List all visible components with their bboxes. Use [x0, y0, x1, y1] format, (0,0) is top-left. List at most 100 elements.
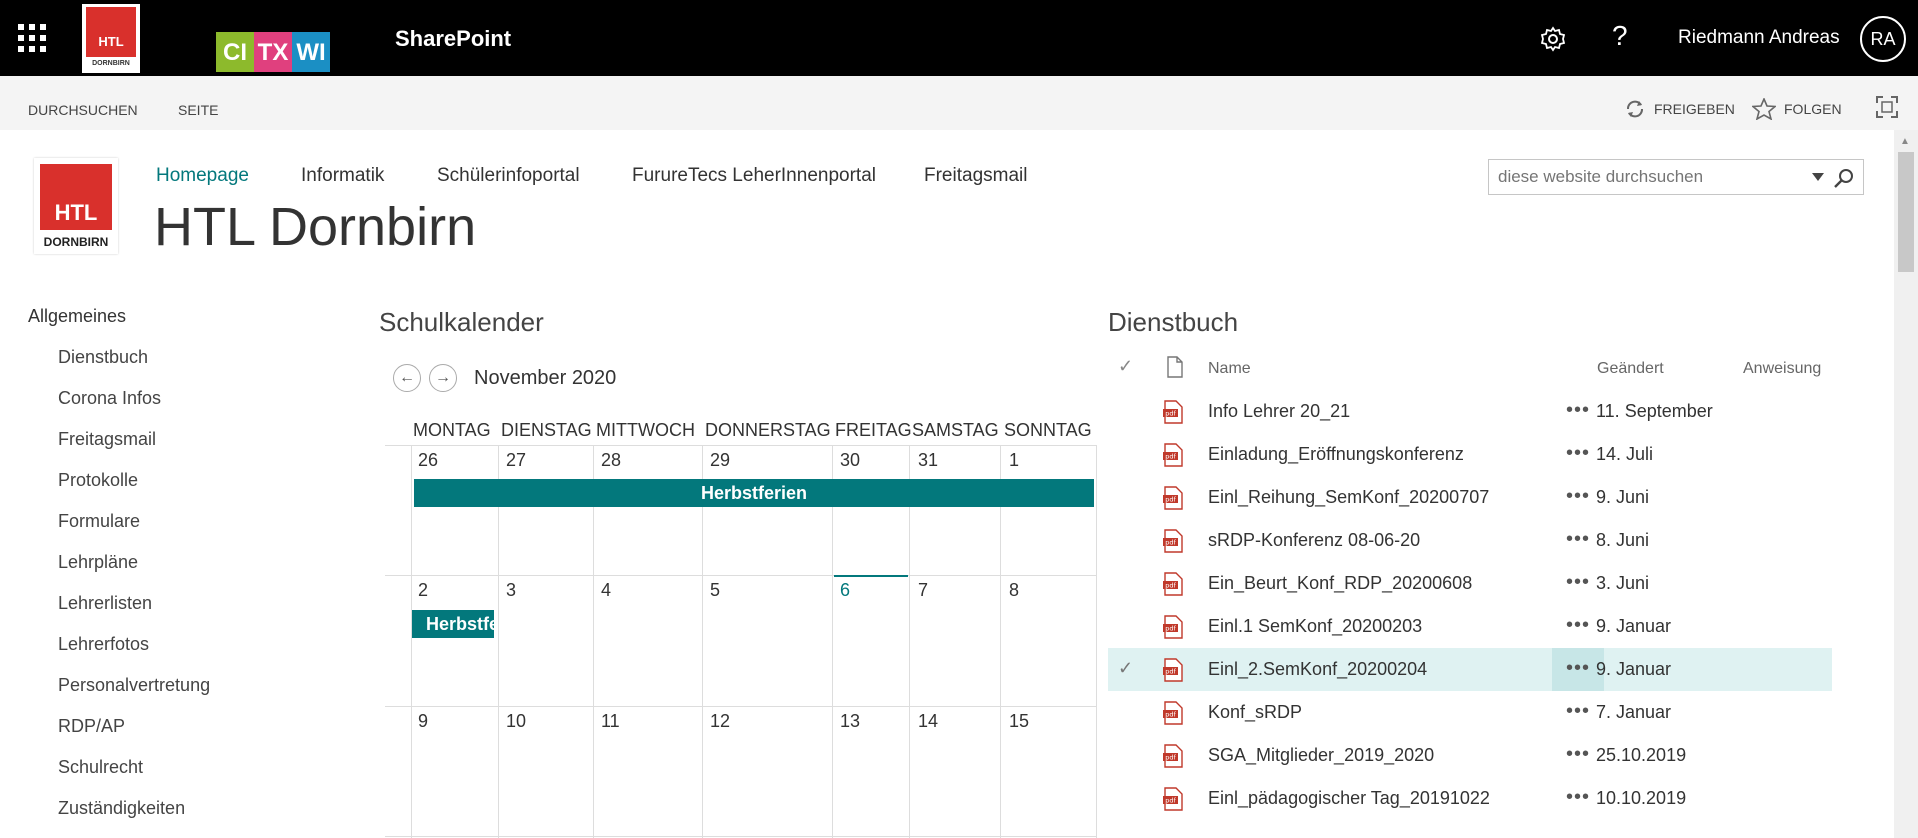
document-name[interactable]: Einl.1 SemKonf_20200203 [1208, 616, 1422, 637]
calendar-day[interactable]: 5 [710, 580, 720, 601]
calendar-day[interactable]: 14 [918, 711, 938, 732]
dienstbuch-title[interactable]: Dienstbuch [1108, 307, 1238, 338]
search-scope-dropdown-icon[interactable] [1811, 172, 1825, 182]
pdf-file-icon: pdf [1163, 443, 1183, 467]
calendar-day[interactable]: 3 [506, 580, 516, 601]
org-logo[interactable]: HTL DORNBIRN [82, 4, 140, 73]
vertical-scrollbar[interactable]: ▲ [1894, 130, 1918, 838]
calendar-day[interactable]: 11 [601, 711, 620, 732]
document-name[interactable]: Einladung_Eröffnungskonferenz [1208, 444, 1464, 465]
document-row[interactable]: pdf Ein_Beurt_Konf_RDP_20200608 ••• 3. Juni [1108, 562, 1832, 605]
calendar-day[interactable]: 2 [418, 580, 428, 601]
follow-button[interactable]: FOLGEN [1752, 98, 1842, 120]
document-row[interactable]: ✓ pdf Einl_2.SemKonf_20200204 ••• 9. Januar [1108, 648, 1832, 691]
calendar-day[interactable]: 31 [918, 450, 938, 471]
user-avatar[interactable]: RA [1860, 16, 1906, 62]
leftnav-item[interactable]: Lehrerlisten [58, 593, 152, 614]
document-row[interactable]: pdf Einl_pädagogischer Tag_20191022 ••• 10.… [1108, 777, 1832, 820]
leftnav-item[interactable]: Corona Infos [58, 388, 161, 409]
column-header-name[interactable]: Name [1208, 360, 1251, 378]
document-name[interactable]: Einl_2.SemKonf_20200204 [1208, 659, 1427, 680]
calendar-event-herbstferien[interactable]: Herbstferien [414, 479, 1094, 507]
scroll-up-icon[interactable]: ▲ [1900, 136, 1910, 147]
calendar-day[interactable]: 15 [1009, 711, 1029, 732]
calendar-next-icon[interactable]: → [429, 364, 457, 392]
leftnav-item[interactable]: RDP/AP [58, 716, 125, 737]
document-row[interactable]: pdf Einl_Reihung_SemKonf_20200707 ••• 9. Ju… [1108, 476, 1832, 519]
document-name[interactable]: Einl_Reihung_SemKonf_20200707 [1208, 487, 1489, 508]
column-header-assignment[interactable]: Anweisung [1743, 360, 1821, 378]
focus-mode-icon[interactable] [1875, 95, 1899, 119]
calendar-gridline [385, 575, 1096, 576]
leftnav-item[interactable]: Zuständigkeiten [58, 798, 185, 819]
topnav-homepage[interactable]: Homepage [156, 165, 249, 187]
calendar-day[interactable]: 4 [601, 580, 611, 601]
column-header-changed[interactable]: Geändert [1597, 360, 1664, 378]
document-name[interactable]: Konf_sRDP [1208, 702, 1302, 723]
calendar-prev-icon[interactable]: ← [393, 364, 421, 392]
pdf-file-icon: pdf [1163, 615, 1183, 639]
calendar-event-herbstferien-cont[interactable]: Herbstferien [412, 610, 494, 638]
pdf-file-icon: pdf [1163, 744, 1183, 768]
document-modified-date: 9. Januar [1596, 616, 1672, 636]
calendar-day-today[interactable]: 6 [840, 580, 850, 601]
calendar-day[interactable]: 28 [601, 450, 621, 471]
document-name[interactable]: sRDP-Konferenz 08-06-20 [1208, 530, 1420, 551]
topnav-fururetecs[interactable]: FurureTecs LeherInnenportal [632, 165, 876, 187]
document-row[interactable]: pdf SGA_Mitglieder_2019_2020 ••• 25.10.2019 [1108, 734, 1832, 777]
topnav-informatik[interactable]: Informatik [301, 165, 384, 187]
calendar-day[interactable]: 12 [710, 711, 730, 732]
pdf-file-icon: pdf [1163, 701, 1183, 725]
leftnav-item[interactable]: Schulrecht [58, 757, 143, 778]
calendar-day[interactable]: 27 [506, 450, 526, 471]
document-modified-date: 14. Juli [1596, 444, 1654, 464]
leftnav-item[interactable]: Formulare [58, 511, 140, 532]
leftnav-item[interactable]: Protokolle [58, 470, 138, 491]
document-row[interactable]: pdf Konf_sRDP ••• 7. Januar [1108, 691, 1832, 734]
document-name[interactable]: Info Lehrer 20_21 [1208, 401, 1350, 422]
leftnav-item[interactable]: Lehrerfotos [58, 634, 149, 655]
topnav-freitagsmail[interactable]: Freitagsmail [924, 165, 1027, 187]
file-type-header-icon [1167, 356, 1183, 378]
leftnav-item[interactable]: Personalvertretung [58, 675, 210, 696]
calendar-day[interactable]: 29 [710, 450, 730, 471]
calendar-day[interactable]: 1 [1009, 450, 1019, 471]
document-name[interactable]: Einl_pädagogischer Tag_20191022 [1208, 788, 1490, 809]
ribbon-tab-page[interactable]: SEITE [178, 102, 218, 118]
ribbon-tab-browse[interactable]: DURCHSUCHEN [28, 102, 138, 118]
app-title[interactable]: SharePoint [395, 26, 511, 52]
calendar-day[interactable]: 10 [506, 711, 526, 732]
leftnav-item[interactable]: Freitagsmail [58, 429, 156, 450]
row-selected-check-icon[interactable]: ✓ [1118, 658, 1133, 679]
document-row[interactable]: pdf sRDP-Konferenz 08-06-20 ••• 8. Juni [1108, 519, 1832, 562]
document-row[interactable]: pdf Info Lehrer 20_21 ••• 11. September [1108, 390, 1832, 433]
topnav-schuelerinfoportal[interactable]: Schülerinfoportal [437, 165, 580, 187]
document-row[interactable]: pdf Einl.1 SemKonf_20200203 ••• 9. Januar [1108, 605, 1832, 648]
document-name[interactable]: SGA_Mitglieder_2019_2020 [1208, 745, 1434, 766]
svg-text:pdf: pdf [1165, 410, 1176, 418]
calendar-day[interactable]: 26 [418, 450, 438, 471]
settings-gear-icon[interactable] [1538, 24, 1568, 54]
leftnav-heading[interactable]: Allgemeines [28, 306, 126, 327]
share-label: FREIGEBEN [1654, 101, 1735, 117]
calendar-day[interactable]: 8 [1009, 580, 1019, 601]
calendar-day[interactable]: 7 [918, 580, 928, 601]
document-name[interactable]: Ein_Beurt_Konf_RDP_20200608 [1208, 573, 1472, 594]
svg-text:pdf: pdf [1165, 453, 1176, 461]
calendar-title[interactable]: Schulkalender [379, 307, 544, 338]
scrollbar-thumb[interactable] [1898, 152, 1914, 272]
search-input[interactable] [1489, 160, 1800, 194]
share-button[interactable]: FREIGEBEN [1624, 98, 1735, 120]
app-launcher-icon[interactable] [18, 24, 46, 52]
site-logo[interactable]: HTL DORNBIRN [34, 158, 118, 254]
user-name[interactable]: Riedmann Andreas [1678, 27, 1840, 49]
document-row[interactable]: pdf Einladung_Eröffnungskonferenz ••• 14. J… [1108, 433, 1832, 476]
calendar-day[interactable]: 30 [840, 450, 860, 471]
leftnav-item[interactable]: Lehrpläne [58, 552, 138, 573]
select-all-check-icon[interactable]: ✓ [1118, 356, 1133, 377]
calendar-day[interactable]: 13 [840, 711, 860, 732]
leftnav-item[interactable]: Dienstbuch [58, 347, 148, 368]
search-icon[interactable] [1833, 167, 1855, 189]
calendar-day[interactable]: 9 [418, 711, 428, 732]
help-icon[interactable]: ? [1612, 20, 1628, 52]
